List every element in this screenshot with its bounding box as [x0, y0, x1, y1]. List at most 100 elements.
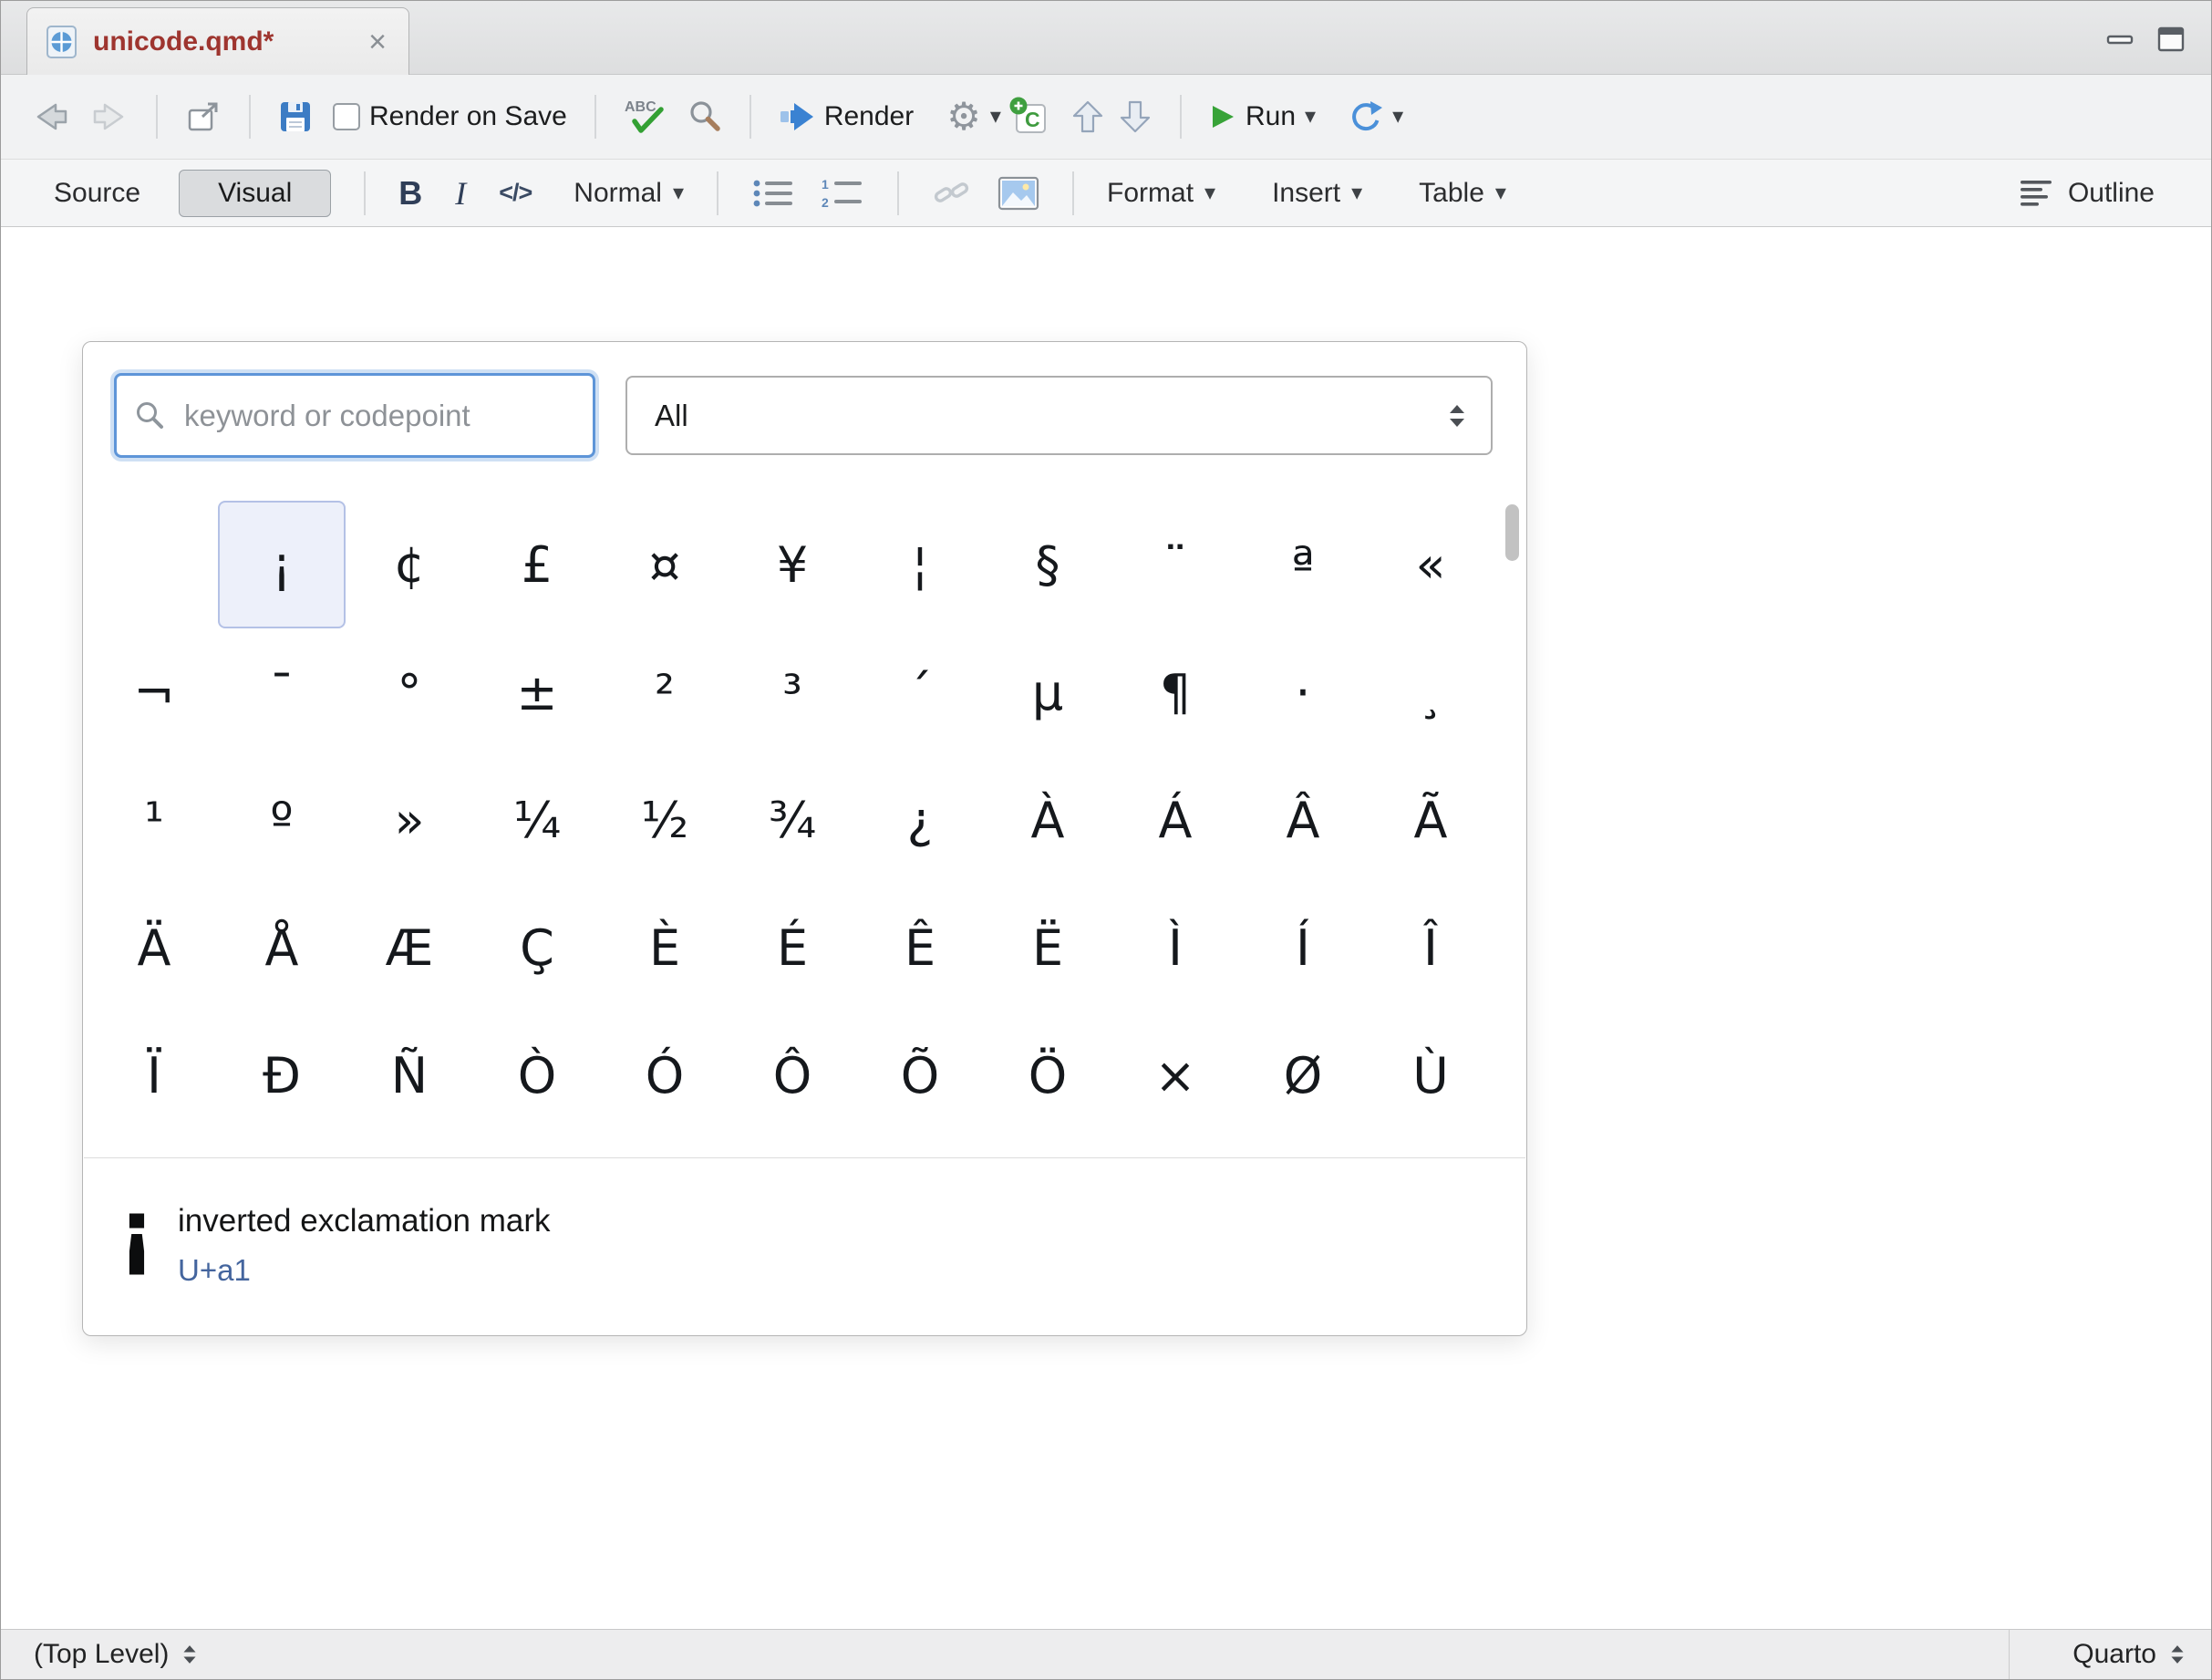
format-menu[interactable]: Format ▾: [1107, 178, 1215, 209]
char-cell[interactable]: Å: [218, 884, 346, 1011]
char-cell[interactable]: Æ: [346, 884, 473, 1011]
char-cell[interactable]: ²: [601, 628, 729, 756]
minimize-pane-icon[interactable]: [2102, 23, 2138, 56]
tab-close-icon[interactable]: ×: [365, 26, 390, 57]
char-cell[interactable]: ¼: [473, 756, 601, 884]
scrollbar-thumb[interactable]: [1505, 504, 1519, 561]
file-tab[interactable]: unicode.qmd* ×: [26, 7, 409, 75]
char-cell[interactable]: ¹: [90, 756, 218, 884]
bold-button[interactable]: B: [398, 174, 422, 213]
maximize-pane-icon[interactable]: [2153, 23, 2189, 56]
category-select[interactable]: All: [625, 376, 1493, 455]
insert-chunk-icon[interactable]: C: [1008, 96, 1050, 138]
char-cell[interactable]: £: [473, 501, 601, 628]
editor-area[interactable]: All ¡¢£¤¥¦§¨ª« ¬¯°±²³´µ¶·¸ ¹º»¼½¾¿ÀÁÂÃ ÄÅÆÇ…: [1, 227, 2211, 1629]
char-cell[interactable]: ¢: [346, 501, 473, 628]
render-button[interactable]: Render: [779, 100, 914, 133]
numbered-list-icon[interactable]: 12: [821, 176, 864, 211]
rstudio-window: unicode.qmd* ×: [0, 0, 2212, 1680]
source-mode-button[interactable]: Source: [41, 178, 153, 209]
find-replace-icon[interactable]: [687, 99, 722, 134]
char-cell[interactable]: Ñ: [346, 1011, 473, 1139]
svg-text:ABC: ABC: [625, 99, 656, 115]
char-cell[interactable]: ¦: [856, 501, 984, 628]
char-cell[interactable]: Á: [1111, 756, 1239, 884]
char-cell[interactable]: Ó: [601, 1011, 729, 1139]
toolbar-separator: [156, 95, 158, 139]
char-cell[interactable]: ¶: [1111, 628, 1239, 756]
paragraph-style-dropdown[interactable]: Normal ▾: [574, 178, 684, 209]
char-cell[interactable]: Ê: [856, 884, 984, 1011]
chevron-down-icon: ▾: [1305, 106, 1316, 128]
image-icon[interactable]: [997, 176, 1039, 211]
char-cell[interactable]: »: [346, 756, 473, 884]
char-cell[interactable]: Ï: [90, 1011, 218, 1139]
char-cell[interactable]: [90, 501, 218, 628]
char-cell[interactable]: ³: [729, 628, 856, 756]
save-icon[interactable]: [278, 99, 313, 134]
back-icon[interactable]: [32, 99, 70, 134]
char-cell[interactable]: Ä: [90, 884, 218, 1011]
char-cell[interactable]: Ø: [1239, 1011, 1367, 1139]
char-cell[interactable]: Õ: [856, 1011, 984, 1139]
insert-menu[interactable]: Insert ▾: [1272, 178, 1362, 209]
char-cell[interactable]: ¡: [218, 501, 346, 628]
char-cell[interactable]: É: [729, 884, 856, 1011]
document-type-selector[interactable]: Quarto: [2009, 1630, 2211, 1679]
spellcheck-icon[interactable]: ABC: [624, 98, 667, 136]
link-icon[interactable]: [932, 176, 972, 211]
char-cell[interactable]: ·: [1239, 628, 1367, 756]
outline-scope-selector[interactable]: (Top Level): [1, 1639, 198, 1670]
char-cell[interactable]: Â: [1239, 756, 1367, 884]
char-cell[interactable]: Ö: [984, 1011, 1111, 1139]
char-cell[interactable]: µ: [984, 628, 1111, 756]
run-previous-chunks-icon[interactable]: [1070, 99, 1105, 135]
char-cell[interactable]: ¾: [729, 756, 856, 884]
char-cell[interactable]: Ì: [1111, 884, 1239, 1011]
char-cell[interactable]: °: [346, 628, 473, 756]
char-cell[interactable]: ¤: [601, 501, 729, 628]
char-cell[interactable]: Ò: [473, 1011, 601, 1139]
italic-button[interactable]: I: [455, 174, 466, 213]
char-cell[interactable]: Ã: [1367, 756, 1494, 884]
visual-mode-button[interactable]: Visual: [179, 170, 331, 217]
char-cell[interactable]: «: [1367, 501, 1494, 628]
char-cell[interactable]: ¨: [1111, 501, 1239, 628]
char-cell[interactable]: Ô: [729, 1011, 856, 1139]
char-cell[interactable]: ¥: [729, 501, 856, 628]
bullet-list-icon[interactable]: [751, 176, 795, 211]
char-cell[interactable]: Î: [1367, 884, 1494, 1011]
char-cell[interactable]: ´: [856, 628, 984, 756]
char-cell[interactable]: ¬: [90, 628, 218, 756]
char-cell[interactable]: ¯: [218, 628, 346, 756]
char-cell[interactable]: È: [601, 884, 729, 1011]
char-cell[interactable]: Ð: [218, 1011, 346, 1139]
run-next-chunk-icon[interactable]: [1118, 99, 1153, 135]
char-cell[interactable]: ×: [1111, 1011, 1239, 1139]
char-cell[interactable]: Ù: [1367, 1011, 1494, 1139]
char-cell[interactable]: ±: [473, 628, 601, 756]
open-in-new-window-icon[interactable]: [185, 99, 222, 134]
table-menu[interactable]: Table ▾: [1419, 178, 1506, 209]
char-cell[interactable]: º: [218, 756, 346, 884]
run-button[interactable]: Run ▾: [1209, 101, 1316, 132]
document-type-label: Quarto: [2072, 1639, 2156, 1670]
char-cell[interactable]: §: [984, 501, 1111, 628]
char-cell[interactable]: ¸: [1367, 628, 1494, 756]
char-cell[interactable]: ¿: [856, 756, 984, 884]
char-cell[interactable]: ª: [1239, 501, 1367, 628]
grid-scrollbar[interactable]: [1505, 504, 1519, 1137]
char-cell[interactable]: À: [984, 756, 1111, 884]
outline-toggle[interactable]: Outline: [2019, 178, 2155, 209]
render-options-button[interactable]: ⚙ ▾: [946, 98, 1001, 136]
forward-icon[interactable]: [90, 99, 129, 134]
render-on-save-checkbox[interactable]: [333, 103, 360, 130]
char-cell[interactable]: Í: [1239, 884, 1367, 1011]
char-cell[interactable]: ½: [601, 756, 729, 884]
char-cell[interactable]: Ë: [984, 884, 1111, 1011]
chevron-down-icon: ▾: [1351, 182, 1362, 204]
code-button[interactable]: </>: [499, 179, 532, 207]
char-cell[interactable]: Ç: [473, 884, 601, 1011]
source-document-button[interactable]: ▾: [1347, 99, 1403, 134]
search-input[interactable]: [114, 373, 595, 458]
